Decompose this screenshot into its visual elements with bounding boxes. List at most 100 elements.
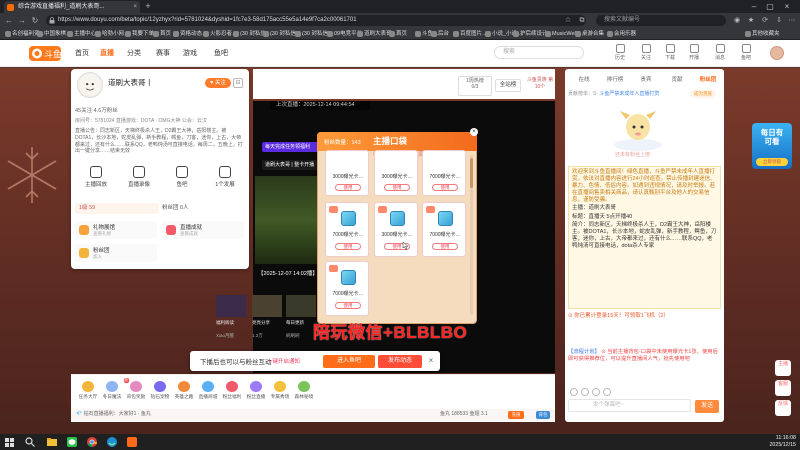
login-reward-message[interactable]: ⊙ 你已累计登录15天！可领取1飞机（2）	[568, 310, 721, 322]
become-noble-button[interactable]: 成为贵族	[690, 90, 716, 98]
favorites-icon[interactable]: ★	[746, 15, 756, 26]
bookmark-item[interactable]: 主播中心	[66, 29, 96, 39]
chat-tab-1[interactable]: 排行榜	[600, 75, 630, 85]
nav-home[interactable]: 首页	[75, 48, 89, 60]
nav-fishbar[interactable]: 鱼吧	[214, 48, 228, 60]
window-close-button[interactable]: ×	[780, 0, 794, 13]
use-button[interactable]: 使用	[335, 243, 361, 250]
post-update-button[interactable]: 发布动态	[378, 355, 422, 368]
gift-item[interactable]: 直播商城	[196, 381, 220, 401]
pocket-item[interactable]: 3000曝光卡… 使用	[374, 202, 418, 257]
tab-close-icon[interactable]: ×	[133, 1, 137, 13]
streamer-action-1[interactable]: 直播录像	[119, 166, 159, 192]
recharge-button[interactable]: 充值	[508, 411, 524, 419]
join-fishbar-button[interactable]: 进入鱼吧	[323, 355, 375, 368]
emoji-icon[interactable]	[570, 388, 578, 396]
gift-item[interactable]: 钻石宠物	[148, 381, 172, 401]
nobles-badge[interactable]: 斗鱼贵族 第10个	[526, 76, 554, 96]
video-thumb[interactable]	[216, 295, 246, 317]
side-button[interactable]: 主播	[775, 360, 791, 376]
color-barrage-icon[interactable]	[592, 388, 600, 396]
bookmark-item[interactable]: 百度图片…	[452, 29, 488, 39]
daily-activity-banner[interactable]: 每日有 可看 立即领取	[752, 123, 792, 169]
gift-item[interactable]: 粉丝福利	[220, 381, 244, 401]
bookmark-item[interactable]: 首页	[388, 29, 407, 39]
nav-game[interactable]: 游戏	[183, 48, 197, 60]
bookmark-item[interactable]: 会用乐器	[606, 29, 636, 39]
streamer-action-2[interactable]: 鱼吧	[162, 166, 202, 192]
minimize-button[interactable]: –	[747, 0, 761, 13]
use-button[interactable]: 使用	[432, 243, 458, 250]
url-bar[interactable]: https://www.douyu.com/beta/topic/12yzhyx…	[46, 15, 586, 26]
extension-icon[interactable]: ⧉	[577, 15, 587, 26]
side-button[interactable]: 反馈	[775, 400, 791, 416]
app-orange-icon[interactable]	[126, 436, 138, 448]
bookmark-item[interactable]: 我要下单	[124, 29, 154, 39]
file-explorer-icon[interactable]	[46, 436, 58, 448]
pocket-item[interactable]: 3000曝光卡… 使用	[374, 150, 418, 196]
browser-search-box[interactable]: 搜索文献编号	[596, 15, 726, 26]
gift-item[interactable]: 粉丝直播	[244, 381, 268, 401]
header-history-button[interactable]: 历史	[612, 44, 628, 64]
bookmark-item[interactable]: 首页	[152, 29, 171, 39]
bookmark-item[interactable]: 桌游合集	[574, 29, 604, 39]
system-clock[interactable]: 11:16:08 2025/12/15	[760, 435, 796, 449]
pocket-item[interactable]: 7000曝光卡… 使用	[325, 202, 369, 257]
chat-tab-4[interactable]: 粉丝团	[693, 75, 723, 85]
back-button[interactable]: ←	[4, 15, 14, 26]
header-message-button[interactable]: 消息	[712, 44, 728, 64]
prompt-close-button[interactable]: ×	[426, 355, 436, 367]
profile-icon[interactable]: ◉	[732, 15, 742, 26]
chrome-icon[interactable]	[86, 436, 98, 448]
streamer-action-0[interactable]: 主播回放	[76, 166, 116, 192]
follow-button[interactable]: ♥ 关注	[205, 78, 231, 88]
pocket-item[interactable]: 7000曝光卡… 使用	[422, 150, 466, 196]
fan-badge-icon[interactable]	[581, 388, 589, 396]
video-thumb[interactable]	[252, 295, 282, 317]
chat-input[interactable]: 发个弹幕吧~	[568, 399, 691, 412]
all-site-rank-button[interactable]: 全站榜	[495, 79, 521, 92]
backpack-button[interactable]: 背包	[536, 411, 550, 419]
bookmark-item[interactable]: 其他收藏夹	[744, 29, 780, 39]
chat-tab-2[interactable]: 贵宾	[631, 75, 661, 85]
gift-item[interactable]: 冬日魔法新	[100, 378, 129, 401]
pocket-item[interactable]: 3000曝光卡… 使用	[325, 150, 369, 196]
streamer-name[interactable]: 道刷大表哥丨	[108, 77, 153, 88]
menu-icon[interactable]: ⋯	[787, 15, 797, 26]
weekly-rank-box[interactable]: 1周热榜 0/3	[458, 76, 492, 96]
pocket-scroll-thumb[interactable]	[470, 158, 473, 188]
reload-button[interactable]: ↻	[30, 15, 40, 26]
browser-tab[interactable]: 综合游戏直播福利_道刷大表哥... ×	[4, 1, 140, 13]
wechat-icon[interactable]	[66, 436, 78, 448]
streamer-tile-1[interactable]: 直播成就 查看成就	[162, 221, 244, 239]
nav-live[interactable]: 直播	[100, 48, 114, 60]
nav-match[interactable]: 赛事	[156, 48, 170, 60]
use-button[interactable]: 使用	[384, 184, 410, 191]
video-thumb[interactable]	[286, 295, 316, 317]
maximize-button[interactable]: ▢	[763, 0, 777, 13]
gift-item[interactable]: 背包奖励	[124, 381, 148, 401]
gift-icon[interactable]	[603, 388, 611, 396]
site-search-input[interactable]: 搜索	[494, 46, 584, 59]
new-tab-button[interactable]: +	[143, 1, 153, 12]
nav-category[interactable]: 分类	[127, 48, 141, 60]
windows-start-icon[interactable]	[5, 438, 14, 447]
pocket-close-button[interactable]: ×	[470, 128, 478, 136]
star-icon[interactable]: ☆	[563, 15, 573, 26]
user-avatar[interactable]	[770, 46, 784, 60]
header-download-button[interactable]: 下载	[662, 44, 678, 64]
enable-notify-link[interactable]: 一键开启通知	[267, 357, 300, 365]
use-button[interactable]: 使用	[335, 302, 361, 309]
douyu-logo[interactable]: 斗鱼	[28, 44, 62, 63]
send-button[interactable]: 发送	[695, 400, 719, 413]
replay-thumbnail[interactable]	[255, 176, 317, 264]
gift-item[interactable]: 森林秘境	[292, 381, 316, 401]
bookmark-item[interactable]: 后台	[430, 29, 449, 39]
more-options-button[interactable]: ⊟	[233, 78, 243, 88]
use-button[interactable]: 使用	[432, 184, 458, 191]
gift-item[interactable]: 任务大厅	[76, 381, 100, 401]
pocket-item[interactable]: 7000曝光卡… 使用	[422, 202, 466, 257]
streamer-tile-0[interactable]: 礼物展馆 查看礼物	[75, 221, 157, 239]
side-button[interactable]: 客服	[775, 380, 791, 396]
history-icon[interactable]: ⟳	[760, 15, 770, 26]
